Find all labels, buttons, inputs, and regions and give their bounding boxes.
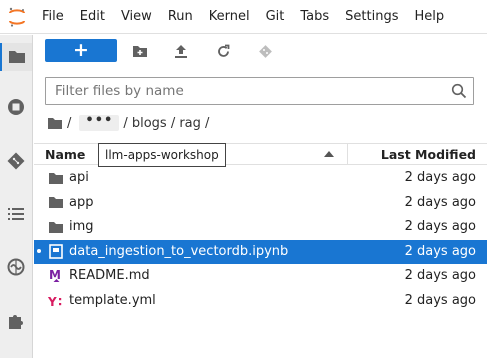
sort-ascending-icon [324,151,334,157]
folder-icon [48,219,64,235]
file-name: img [69,219,94,235]
menu-git[interactable]: Git [258,0,293,34]
list-item[interactable]: Y template.yml 2 days ago [34,289,487,314]
markdown-icon: M [48,268,64,284]
filter-files-box [45,77,474,105]
file-browser-tab[interactable] [0,43,32,71]
file-modified: 2 days ago [404,170,476,185]
menu-edit[interactable]: Edit [72,0,113,34]
folder-icon [48,195,64,211]
plus-icon: + [73,39,89,61]
menu-tabs[interactable]: Tabs [292,0,337,34]
puzzle-icon [9,315,23,329]
menu-bar: File Edit View Run Kernel Git Tabs Setti… [0,0,487,34]
svg-text:Y: Y [48,295,57,308]
home-folder-icon[interactable] [47,117,63,130]
path-tooltip: llm-apps-workshop [98,143,226,167]
column-divider[interactable] [347,144,348,165]
new-folder-button[interactable] [130,41,150,61]
menu-file[interactable]: File [34,0,72,34]
list-item[interactable]: data_ingestion_to_vectordb.ipynb 2 days … [34,239,487,265]
menu-help[interactable]: Help [407,0,453,34]
running-icon [8,99,24,115]
file-modified: 2 days ago [404,292,476,308]
refresh-icon [217,44,229,57]
file-name: template.yml [69,292,156,308]
git-clone-icon [258,44,272,58]
jupyter-logo-icon[interactable] [0,0,34,34]
list-item[interactable]: api 2 days ago [34,166,487,191]
git-icon [7,152,25,170]
file-name: api [69,170,89,185]
table-of-contents-tab[interactable] [0,200,32,228]
name-column-header[interactable]: Name [45,147,85,162]
yaml-icon: Y [48,293,64,309]
file-modified: 2 days ago [404,268,476,284]
menu-settings[interactable]: Settings [337,0,406,34]
running-indicator-icon [37,248,41,253]
toc-icon [8,208,24,220]
breadcrumb-path[interactable]: / blogs / rag / [123,116,209,131]
extension-manager-icon [7,258,25,276]
extensions-tab[interactable] [0,307,32,335]
breadcrumb-ellipsis[interactable]: ••• [79,114,120,131]
menu-run[interactable]: Run [160,0,201,34]
menu-view[interactable]: View [113,0,160,34]
upload-icon [175,44,187,58]
file-modified: 2 days ago [404,219,476,235]
new-folder-icon [133,45,147,57]
git-tab[interactable] [0,147,32,175]
new-launcher-button[interactable]: + [45,39,117,62]
upload-button[interactable] [171,41,191,61]
notebook-icon [48,244,64,260]
search-icon[interactable] [451,83,467,99]
breadcrumb: / ••• / blogs / rag / [47,113,209,133]
svg-text:M: M [49,268,61,282]
file-name: data_ingestion_to_vectordb.ipynb [69,243,289,259]
list-item[interactable]: M README.md 2 days ago [34,264,487,289]
git-clone-button[interactable] [255,41,275,61]
file-list: api 2 days ago app 2 days ago img 2 days… [34,166,487,314]
list-item[interactable]: img 2 days ago [34,215,487,240]
file-browser-panel: + Filter files by name / ••• / blogs / r… [34,35,487,358]
file-browser-toolbar: + [34,35,487,71]
file-name: app [69,194,94,210]
activity-bar [0,35,33,358]
extension-manager-tab[interactable] [0,253,32,281]
file-name: README.md [69,268,150,284]
file-modified: 2 days ago [404,243,476,259]
folder-icon [48,170,64,186]
menu-kernel[interactable]: Kernel [201,0,258,34]
filter-files-input[interactable] [46,78,441,104]
list-item[interactable]: app 2 days ago [34,191,487,216]
file-modified: 2 days ago [404,194,476,210]
running-sessions-tab[interactable] [0,93,32,121]
breadcrumb-separator: / [67,115,72,131]
last-modified-column-header[interactable]: Last Modified [381,147,476,162]
folder-icon [9,51,25,63]
refresh-button[interactable] [213,41,233,61]
